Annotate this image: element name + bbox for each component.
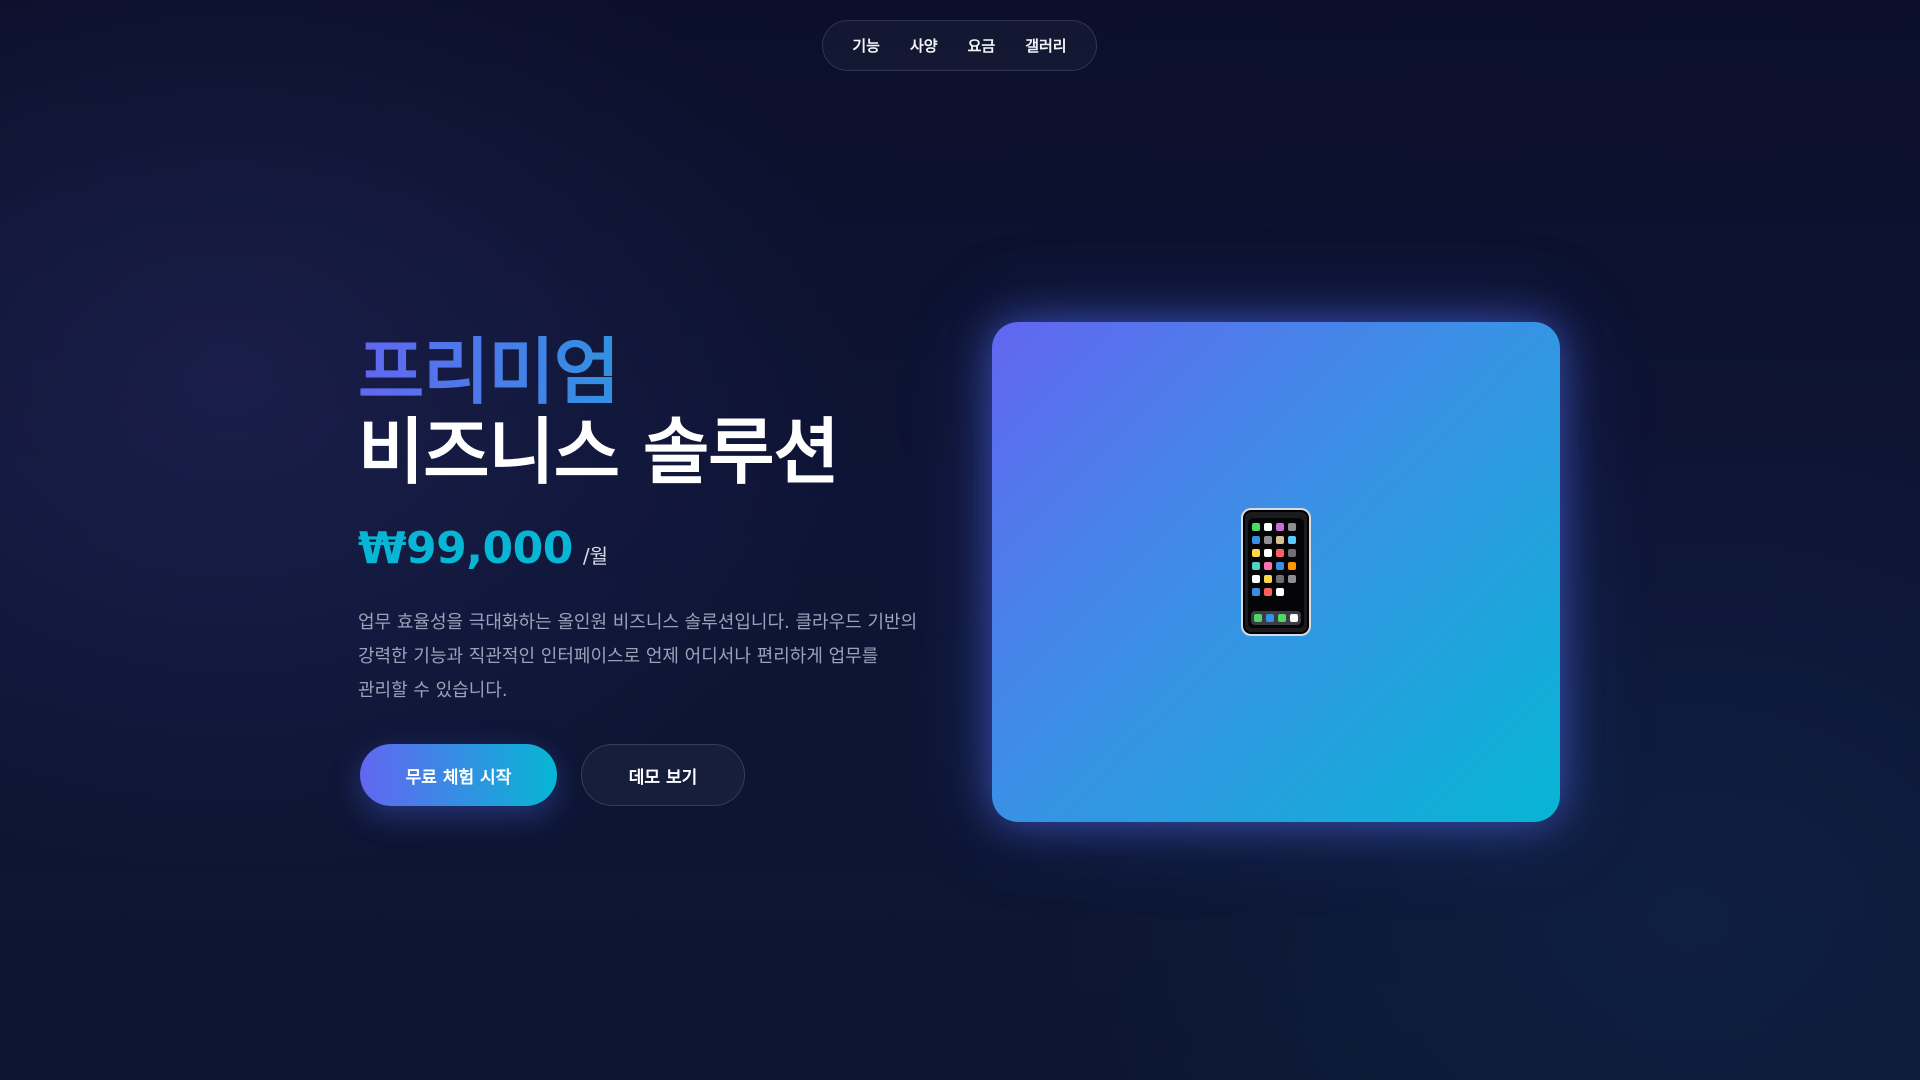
- phone-screen: [1248, 518, 1304, 628]
- phone-dock: [1251, 611, 1301, 625]
- nav-item-specs[interactable]: 사양: [895, 35, 953, 56]
- hero-title: 프리미엄 비즈니스 솔루션: [358, 332, 840, 494]
- nav-item-gallery[interactable]: 갤러리: [1010, 35, 1081, 56]
- hero-title-accent: 프리미엄: [358, 332, 839, 412]
- nav-item-features[interactable]: 기능: [837, 35, 895, 56]
- price-unit: /월: [582, 544, 608, 568]
- nav-item-pricing[interactable]: 요금: [953, 35, 1011, 56]
- price: ₩99,000 /월: [358, 523, 608, 574]
- mobile-phone-icon: [1241, 508, 1311, 636]
- product-visual-card: [992, 322, 1560, 822]
- view-demo-button[interactable]: 데모 보기: [581, 744, 745, 806]
- hero-title-main: 비즈니스 솔루션: [358, 410, 840, 494]
- price-amount: ₩99,000: [358, 523, 573, 574]
- hero-description: 업무 효율성을 극대화하는 올인원 비즈니스 솔루션입니다. 클라우드 기반의 …: [358, 612, 918, 701]
- top-nav: 기능 사양 요금 갤러리: [822, 20, 1097, 71]
- start-free-trial-button[interactable]: 무료 체험 시작: [360, 744, 557, 806]
